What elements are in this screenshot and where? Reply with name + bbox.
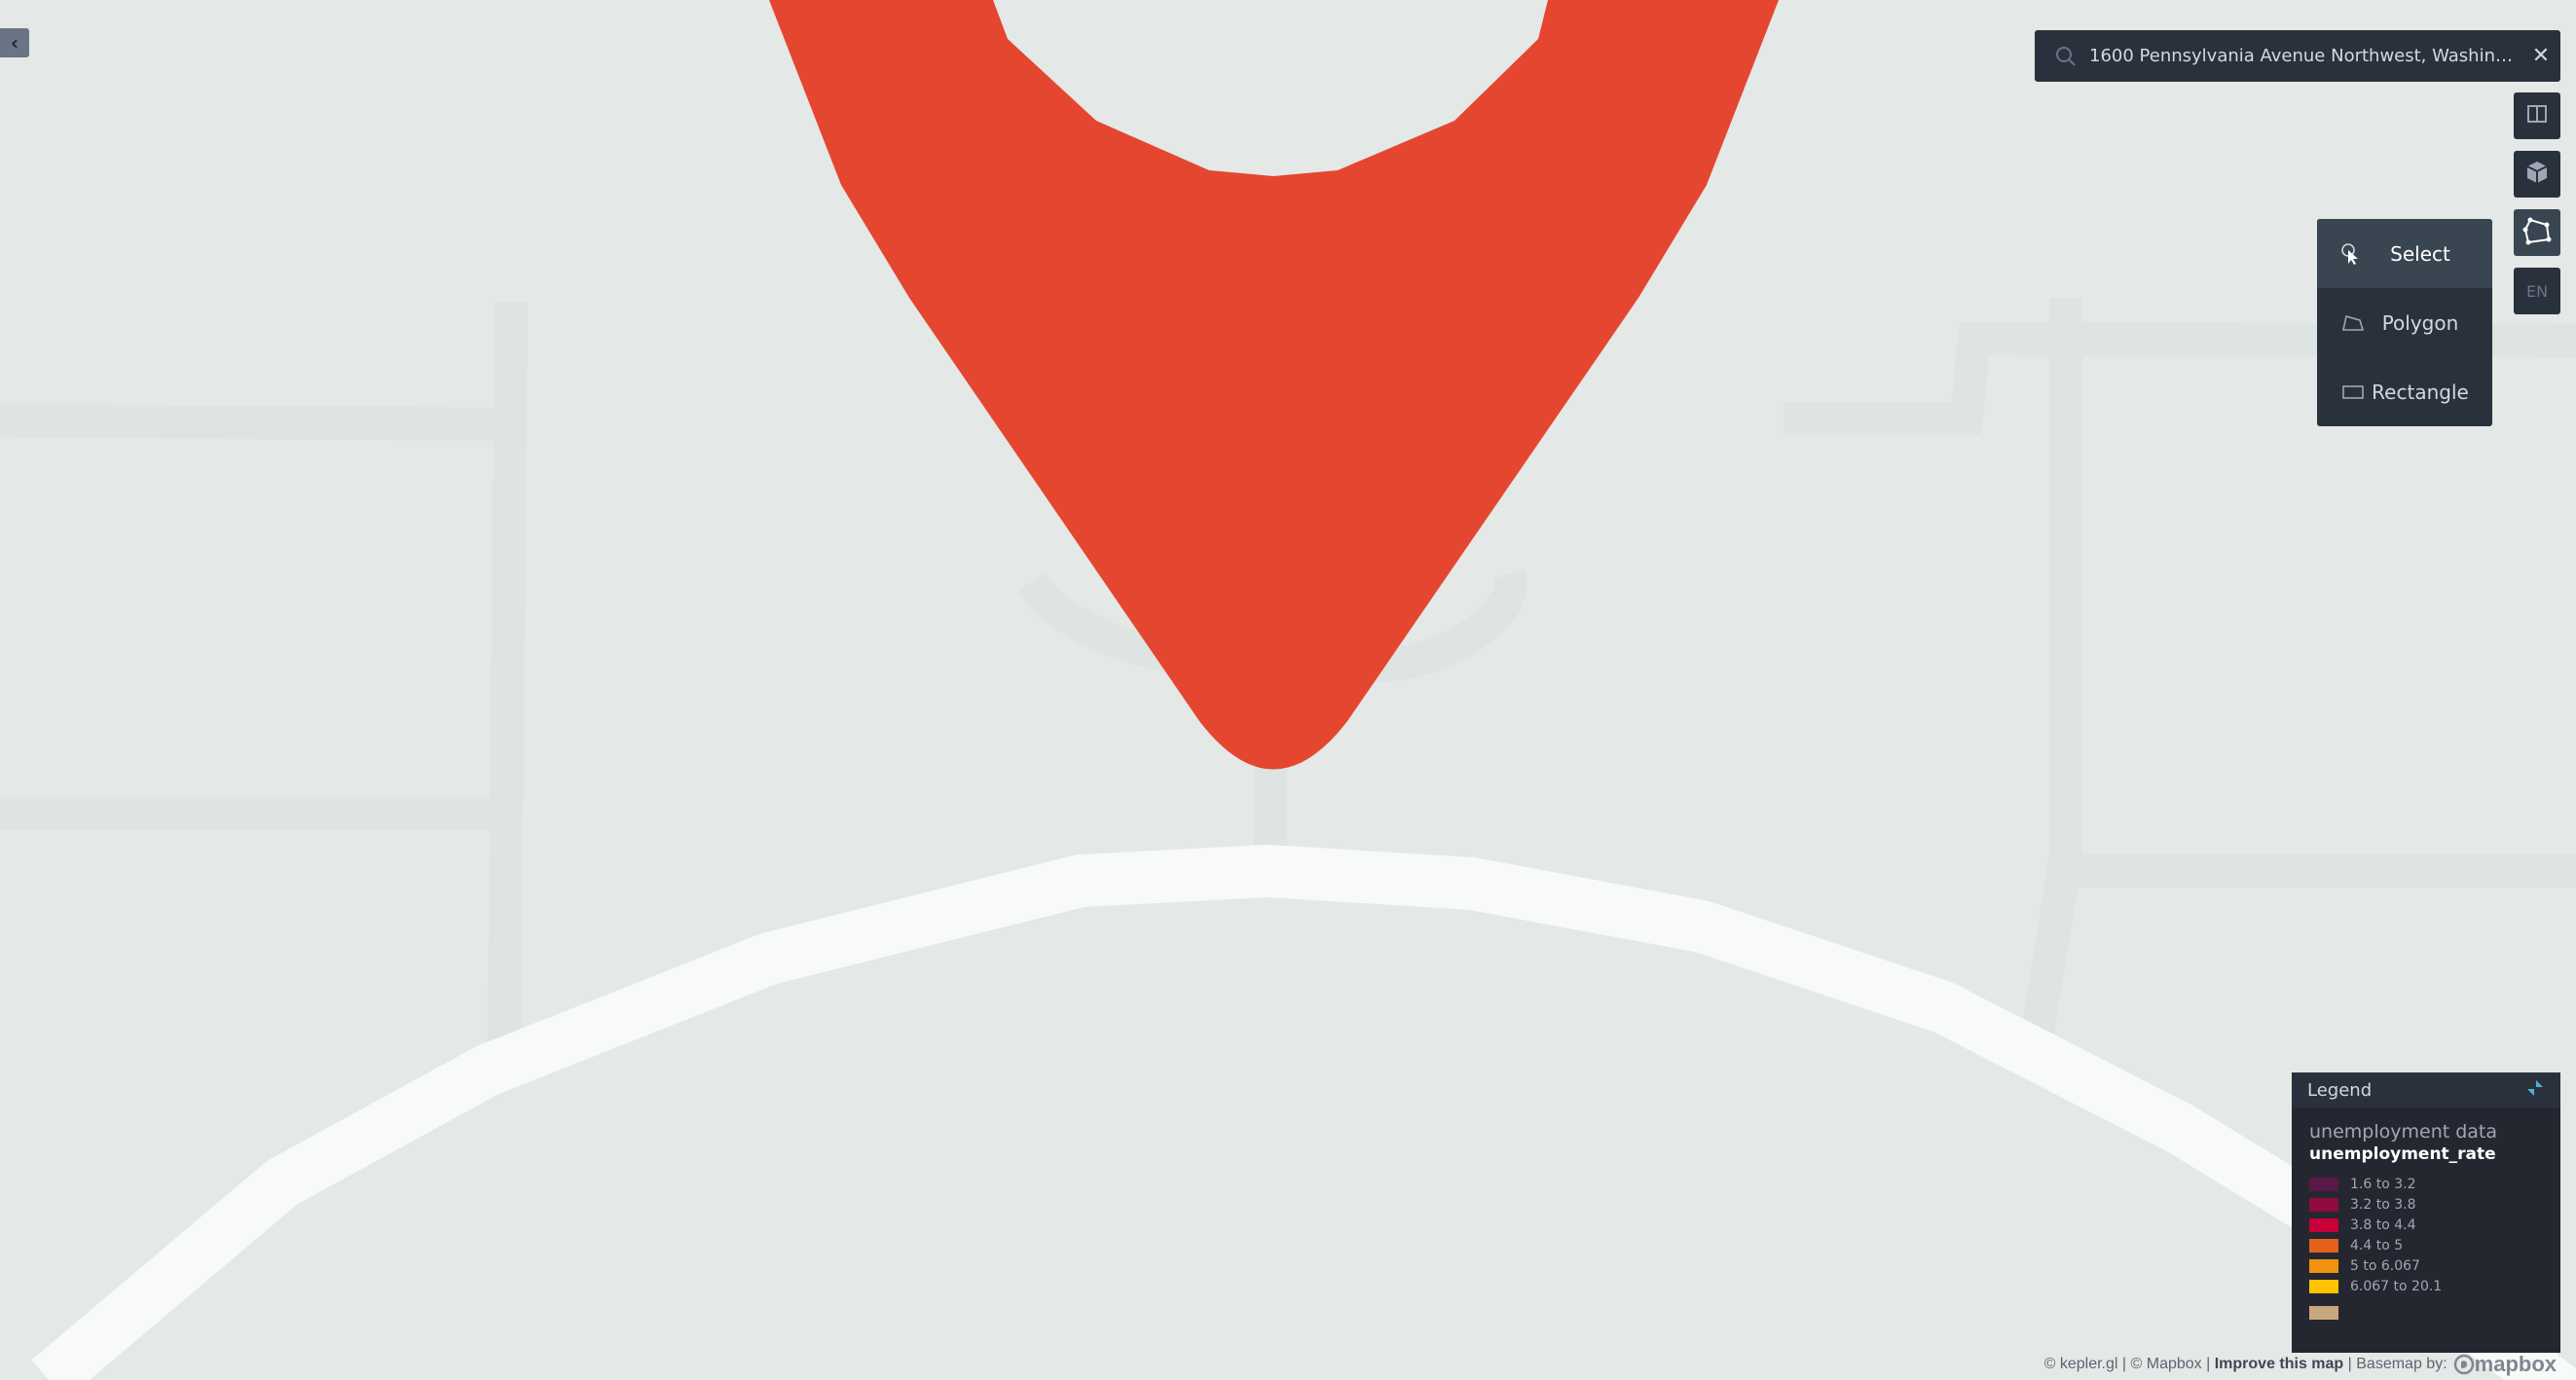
map-legend: Legend unemployment data unemployment_ra… bbox=[2292, 1072, 2560, 1353]
legend-swatch bbox=[2309, 1279, 2338, 1293]
draw-polygon-icon bbox=[2522, 216, 2552, 249]
draw-menu-select[interactable]: Select bbox=[2317, 219, 2492, 288]
legend-row: 1.6 to 3.2 bbox=[2309, 1174, 2543, 1194]
legend-range-label: 4.4 to 5 bbox=[2350, 1237, 2404, 1253]
pointer-icon bbox=[2340, 242, 2368, 266]
location-marker[interactable] bbox=[769, 0, 1779, 770]
attribution-text: © kepler.gl | © Mapbox | bbox=[2043, 1356, 2211, 1372]
layers-icon bbox=[2524, 160, 2550, 189]
legend-field-name: unemployment_rate bbox=[2309, 1144, 2496, 1164]
legend-swatch bbox=[2309, 1258, 2338, 1273]
legend-row: 3.8 to 4.4 bbox=[2309, 1215, 2543, 1235]
locale-label: EN bbox=[2525, 281, 2549, 301]
mapbox-logo[interactable]: mapbox bbox=[2453, 1352, 2557, 1377]
draw-menu-label: Rectangle bbox=[2372, 380, 2469, 404]
split-map-button[interactable] bbox=[2514, 92, 2560, 139]
legend-swatch bbox=[2309, 1238, 2338, 1253]
basemap bbox=[0, 0, 2576, 1380]
legend-swatch bbox=[2309, 1217, 2338, 1232]
street bbox=[2018, 298, 2082, 1054]
legend-row: 6.067 to 20.1 bbox=[2309, 1276, 2543, 1296]
legend-color-scale: 1.6 to 3.2 3.2 to 3.8 3.8 to 4.4 4.4 to 5 5 … bbox=[2309, 1174, 2543, 1296]
collapse-legend-icon[interactable] bbox=[2525, 1078, 2545, 1103]
mapbox-logo-text: mapbox bbox=[2474, 1352, 2557, 1376]
collapse-sidebar-button[interactable]: ‹ bbox=[0, 28, 29, 57]
split-map-icon bbox=[2526, 103, 2548, 128]
legend-swatch bbox=[2309, 1177, 2338, 1191]
search-input[interactable]: 1600 Pennsylvania Avenue Northwest, Wash… bbox=[2089, 46, 2521, 66]
locale-button[interactable]: EN bbox=[2514, 268, 2560, 314]
legend-layer-name: unemployment data bbox=[2309, 1121, 2498, 1143]
legend-range-label: 5 to 6.067 bbox=[2350, 1257, 2420, 1274]
close-icon[interactable]: ✕ bbox=[2521, 44, 2560, 68]
draw-button[interactable] bbox=[2514, 209, 2560, 256]
street bbox=[0, 404, 507, 441]
legend-range-label: 3.2 to 3.8 bbox=[2350, 1196, 2416, 1213]
major-road bbox=[31, 845, 2576, 1380]
mapbox-icon bbox=[2453, 1354, 2474, 1375]
chevron-left-icon: ‹ bbox=[10, 31, 19, 54]
legend-row: 4.4 to 5 bbox=[2309, 1235, 2543, 1255]
search-icon bbox=[2046, 46, 2085, 67]
legend-range-label: 6.067 to 20.1 bbox=[2350, 1278, 2443, 1294]
legend-header[interactable]: Legend bbox=[2292, 1072, 2560, 1108]
draw-menu-label: Select bbox=[2390, 241, 2450, 266]
geocoder-search[interactable]: 1600 Pennsylvania Avenue Northwest, Wash… bbox=[2035, 30, 2560, 82]
map-canvas[interactable] bbox=[0, 0, 2576, 1380]
legend-swatch bbox=[2309, 1197, 2338, 1212]
polygon-icon bbox=[2340, 313, 2368, 333]
legend-range-label: 1.6 to 3.2 bbox=[2350, 1176, 2416, 1192]
draw-mode-menu: Select Polygon Rectangle bbox=[2317, 219, 2492, 426]
improve-map-link[interactable]: Improve this map bbox=[2215, 1356, 2343, 1373]
legend-null-swatch bbox=[2309, 1306, 2338, 1320]
draw-menu-label: Polygon bbox=[2381, 310, 2459, 335]
draw-menu-polygon[interactable]: Polygon bbox=[2317, 288, 2492, 357]
draw-menu-rectangle[interactable]: Rectangle bbox=[2317, 357, 2492, 426]
street bbox=[488, 301, 528, 1052]
toggle-layers-button[interactable] bbox=[2514, 151, 2560, 198]
map-attribution: © kepler.gl | © Mapbox | Improve this ma… bbox=[2043, 1352, 2557, 1377]
legend-row: 5 to 6.067 bbox=[2309, 1255, 2543, 1276]
legend-range-label: 3.8 to 4.4 bbox=[2350, 1217, 2416, 1233]
rectangle-icon bbox=[2340, 382, 2368, 402]
legend-row: 3.2 to 3.8 bbox=[2309, 1194, 2543, 1215]
basemap-by-text: | Basemap by: bbox=[2347, 1356, 2447, 1372]
map-control-panel: EN bbox=[2514, 92, 2560, 326]
legend-title: Legend bbox=[2307, 1079, 2373, 1101]
